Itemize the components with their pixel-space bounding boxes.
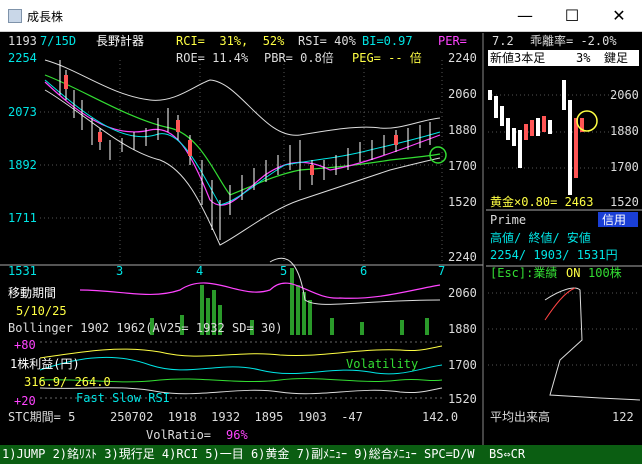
x-label: 5 bbox=[280, 264, 288, 278]
market-label: Prime bbox=[490, 213, 527, 227]
right-top-y: 1700 bbox=[610, 160, 639, 174]
company-name: 長野計器 bbox=[96, 34, 145, 48]
y-left-label: 2254 bbox=[8, 51, 37, 65]
esc-performance[interactable]: [Esc]:業績 bbox=[490, 266, 557, 280]
eps-label: 1株利益(円) bbox=[10, 357, 80, 371]
vol-ratio-label: VolRatio= bbox=[146, 428, 212, 442]
stc-values: 250702 1918 1932 1895 1903 -47 bbox=[110, 410, 363, 424]
bollinger-values: Bollinger 1902 1962(AV25= 1932 SD= 30) bbox=[8, 321, 283, 335]
y-right-label: 2060 bbox=[448, 87, 477, 101]
stc-label: STC期間= 5 bbox=[8, 410, 76, 424]
y-right-label: 2240 bbox=[448, 51, 477, 65]
stochastic-label: Fast Slow RSI bbox=[76, 391, 170, 405]
pbr-value: PBR= 0.8倍 bbox=[264, 51, 334, 65]
share-unit: 100株 bbox=[588, 266, 622, 280]
stock-code: 1193 bbox=[8, 34, 37, 48]
volatility-label: Volatility bbox=[346, 357, 419, 371]
lower-right-y: 1880 bbox=[448, 322, 477, 336]
y-left-label: 1711 bbox=[8, 211, 37, 225]
moving-avg-value: 5/10/25 bbox=[16, 304, 67, 318]
plus20-label: +20 bbox=[14, 394, 36, 408]
credit-label: 信用 bbox=[602, 213, 627, 227]
new-high-pct: 3% bbox=[576, 51, 591, 65]
right-top-value: 7.2 bbox=[492, 34, 514, 48]
peg-value: PEG= -- 倍 bbox=[352, 51, 422, 65]
three-line-break-chart bbox=[488, 80, 584, 195]
chart-date: 7/15D bbox=[40, 34, 77, 48]
menu-bar: 1)JUMP 2)銘ﾘｽﾄ 3)現行足 4)RCI 5)一目 6)黄金 7)副ﾒ… bbox=[0, 445, 642, 464]
volume-ma-magenta bbox=[79, 282, 441, 299]
app-window: 成長株 — ☐ ✕ 1193 7/15D 長野計器 RCI= 31%, 52% … bbox=[0, 0, 642, 464]
stc-right: 142.0 bbox=[422, 410, 459, 424]
esc-on: ON bbox=[566, 266, 581, 280]
new-high-kind: 鍵足 bbox=[604, 51, 629, 65]
golden-ratio: 黄金×0.80= 2463 bbox=[490, 195, 594, 209]
y-left-label: 2073 bbox=[8, 105, 37, 119]
y-right-label: 1520 bbox=[448, 195, 477, 209]
moving-avg-label: 移動期間 bbox=[8, 286, 57, 300]
lower-right-y: 1520 bbox=[448, 392, 477, 406]
vol-ratio-value: 96% bbox=[226, 428, 248, 442]
right-top-y: 1520 bbox=[610, 195, 639, 209]
right-top-y: 2060 bbox=[610, 88, 639, 102]
lower-right-y: 2060 bbox=[448, 286, 477, 300]
x-label: 3 bbox=[116, 264, 124, 278]
rsi-value: RSI= 40% bbox=[298, 34, 356, 48]
rci-value: RCI= 31%, 52% bbox=[176, 34, 285, 48]
right-top-y: 1880 bbox=[610, 124, 639, 138]
bollinger-lower bbox=[44, 89, 441, 246]
per-label: PER= bbox=[438, 34, 467, 48]
new-high-label: 新値3本足 bbox=[490, 51, 546, 65]
price-header: 高値/ 終値/ 安値 bbox=[490, 231, 591, 245]
bollinger-upper bbox=[44, 59, 441, 136]
deviation-rate: 乖離率= -2.0% bbox=[530, 34, 617, 48]
x-label: 4 bbox=[196, 264, 204, 278]
y-right-label: 1700 bbox=[448, 159, 477, 173]
y-right-label: 2240 bbox=[448, 250, 477, 264]
menu-shortcuts[interactable]: 1)JUMP 2)銘ﾘｽﾄ 3)現行足 4)RCI 5)一目 6)黄金 7)副ﾒ… bbox=[2, 447, 525, 461]
x-label: 7 bbox=[438, 264, 446, 278]
y-left-label: 1892 bbox=[8, 158, 37, 172]
avg-volume-label: 平均出来高 bbox=[490, 410, 551, 424]
plus80-label: +80 bbox=[14, 338, 36, 352]
roe-value: ROE= 11.4% bbox=[176, 51, 249, 65]
y-left-label: 1531 bbox=[8, 264, 37, 278]
right-lower-white bbox=[544, 287, 641, 401]
x-label: 6 bbox=[360, 264, 368, 278]
eps-value: 316.9/ 264.0 bbox=[24, 375, 111, 389]
lower-right-y: 1700 bbox=[448, 358, 477, 372]
bi-value: BI=0.97 bbox=[362, 34, 413, 48]
avg-volume-value: 122 bbox=[612, 410, 634, 424]
price-values: 2254/ 1903/ 1531円 bbox=[490, 248, 618, 262]
y-right-label: 1880 bbox=[448, 123, 477, 137]
